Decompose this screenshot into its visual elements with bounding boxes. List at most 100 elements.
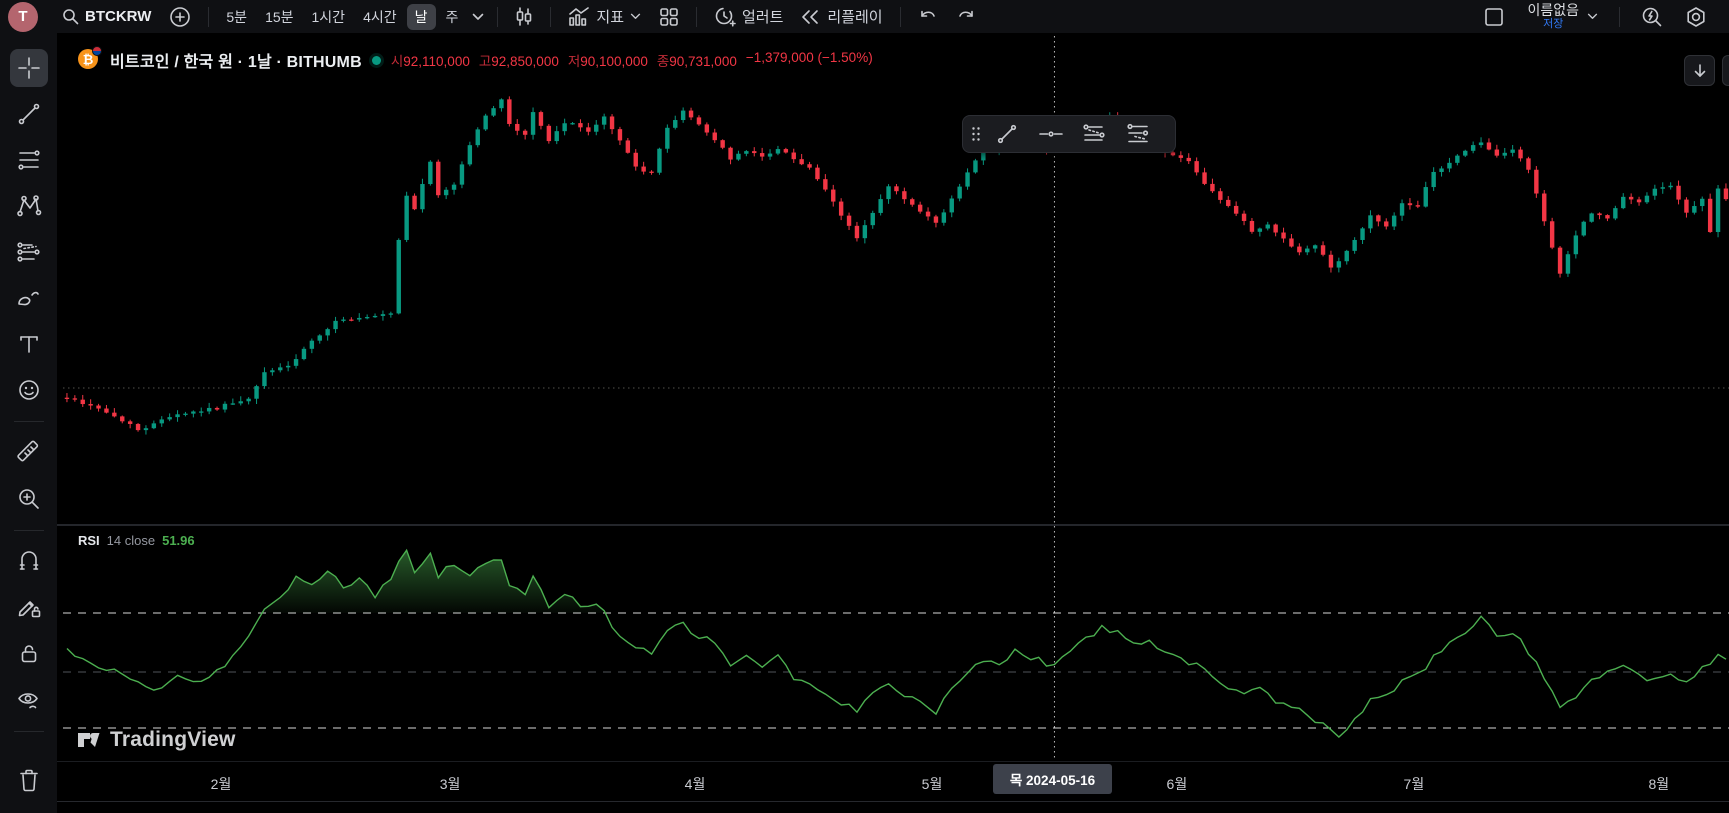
tradingview-chart-app: { "app": { "avatar_letter": "T" }, "tool…: [0, 0, 1729, 813]
magnet-icon: [19, 551, 38, 570]
toolbar-divider: [497, 6, 499, 27]
indicators-button[interactable]: 지표: [560, 4, 649, 30]
tool-stay-drawing-mode[interactable]: [10, 589, 48, 627]
toolbar-left-group: T BTCKRW 5분 15분 1시간 4시간 날 주 지표 얼러트 리플레이: [0, 1, 1475, 32]
time-axis-month-label: 8월: [1648, 776, 1670, 792]
chart-style-button[interactable]: [507, 4, 541, 30]
float-tool-fib-retracement[interactable]: [1073, 118, 1117, 150]
chart-canvas[interactable]: [0, 0, 1729, 813]
pane-separator[interactable]: [57, 524, 1729, 526]
fib-lines-icon: [17, 150, 40, 170]
quick-search-button[interactable]: [1633, 4, 1671, 30]
chevron-down-icon: [1587, 13, 1598, 19]
symbol-label: BTCKRW: [85, 8, 152, 25]
layout-grid-button[interactable]: [651, 4, 687, 30]
tool-brush[interactable]: [10, 279, 48, 317]
sidebar-divider: [13, 731, 44, 732]
forecast-icon: [16, 242, 40, 262]
pane-maximize-button[interactable]: [1722, 55, 1729, 86]
tool-xabcd-pattern[interactable]: [10, 187, 48, 225]
interval-4h-button[interactable]: 4시간: [355, 4, 405, 30]
floating-drawing-toolbar: [962, 115, 1176, 153]
toolbar-divider: [208, 6, 210, 27]
tool-trend-line[interactable]: [10, 95, 48, 133]
interval-1h-button[interactable]: 1시간: [304, 4, 354, 30]
layout-name-button[interactable]: 이름없음 저장: [1519, 2, 1606, 30]
tool-crosshair[interactable]: [9, 49, 48, 87]
trash-icon: [19, 769, 38, 792]
tool-forecast[interactable]: [10, 233, 48, 271]
drag-handle[interactable]: [967, 121, 985, 147]
toolbar-divider: [899, 6, 901, 27]
toolbar-divider: [550, 6, 552, 27]
tradingview-logo-icon: [78, 733, 100, 747]
brush-icon: [17, 291, 39, 306]
float-tool-fib-channel[interactable]: [1117, 118, 1161, 150]
top-toolbar: T BTCKRW 5분 15분 1시간 4시간 날 주 지표 얼러트 리플레이 …: [0, 0, 1729, 33]
tool-gann-fib-lines[interactable]: [10, 141, 48, 179]
close-value: 90,731,000: [669, 54, 737, 69]
tool-ruler[interactable]: [10, 434, 48, 472]
tradingview-watermark[interactable]: TradingView: [76, 727, 236, 753]
eye-icon: [17, 693, 38, 709]
arrow-down-icon: [1694, 63, 1705, 77]
close-label: 종: [656, 54, 670, 69]
interval-menu-button[interactable]: [468, 4, 488, 30]
scroll-to-recent-button[interactable]: [1684, 55, 1715, 86]
drawing-toolbar: [0, 33, 57, 813]
undo-button[interactable]: [910, 4, 946, 30]
layout-name-column: 이름없음 저장: [1527, 2, 1579, 30]
alert-button[interactable]: 얼러트: [706, 4, 791, 30]
rsi-name[interactable]: RSI: [78, 533, 100, 548]
settings-button[interactable]: [1677, 4, 1715, 30]
lock-icon: [21, 645, 36, 663]
alert-clock-icon: [715, 7, 736, 27]
float-tool-trend-line[interactable]: [985, 118, 1029, 150]
indicators-label: 지표: [596, 9, 624, 26]
tool-text[interactable]: [10, 325, 48, 363]
toolbar-right-group: 이름없음 저장: [1475, 2, 1729, 30]
market-status-dot[interactable]: [371, 55, 381, 65]
candlestick-icon: [517, 6, 532, 26]
compare-add-button[interactable]: [161, 4, 199, 30]
toolbar-divider: [696, 6, 697, 27]
emoji-icon: [18, 380, 39, 400]
fib-retracement-icon: [1083, 124, 1105, 141]
time-axis[interactable]: 2월 3월 4월 5월 6월 7월 8월: [57, 761, 1729, 801]
tool-hide-drawings[interactable]: [10, 681, 48, 719]
bottom-border: [0, 801, 1729, 802]
sidebar-divider: [13, 530, 44, 531]
candlestick-series: [64, 96, 1729, 435]
symbol-logo: ₿: [78, 46, 102, 71]
pencil-lock-icon: [18, 601, 40, 618]
replay-button[interactable]: 리플레이: [793, 4, 890, 30]
interval-5m-button[interactable]: 5분: [218, 4, 255, 30]
time-axis-month-label: 2월: [210, 776, 232, 792]
low-value: 90,100,000: [580, 54, 648, 69]
chevron-down-icon: [473, 13, 484, 20]
symbol-title[interactable]: 비트코인 / 한국 원 · 1날 · BITHUMB: [110, 48, 362, 72]
tool-lock-drawings[interactable]: [10, 635, 48, 673]
plus-circle-icon: [170, 6, 191, 27]
korea-flag-badge: [92, 46, 102, 56]
rsi-params: 14 close: [106, 533, 156, 548]
redo-button[interactable]: [948, 4, 984, 30]
symbol-search-button[interactable]: BTCKRW: [54, 4, 159, 30]
rsi-series: [66, 548, 1727, 738]
interval-1d-button[interactable]: 날: [406, 3, 436, 30]
interval-1w-button[interactable]: 주: [438, 4, 467, 30]
sidebar-divider: [13, 421, 44, 422]
time-axis-month-label: 3월: [439, 776, 461, 792]
layout-panel-button[interactable]: [1475, 4, 1513, 30]
float-tool-horizontal-line[interactable]: [1029, 118, 1073, 150]
interval-15m-button[interactable]: 15분: [257, 4, 301, 30]
text-icon: [19, 336, 38, 353]
tool-magnet[interactable]: [10, 543, 48, 581]
tool-zoom-in[interactable]: [10, 480, 48, 518]
change-value: −1,379,000 (−1.50%): [745, 50, 873, 65]
save-button[interactable]: 저장: [1543, 18, 1563, 30]
tool-remove-objects[interactable]: [10, 761, 48, 799]
tool-emoji[interactable]: [10, 371, 48, 409]
user-avatar[interactable]: T: [8, 1, 38, 32]
toolbar-divider: [1619, 6, 1620, 27]
